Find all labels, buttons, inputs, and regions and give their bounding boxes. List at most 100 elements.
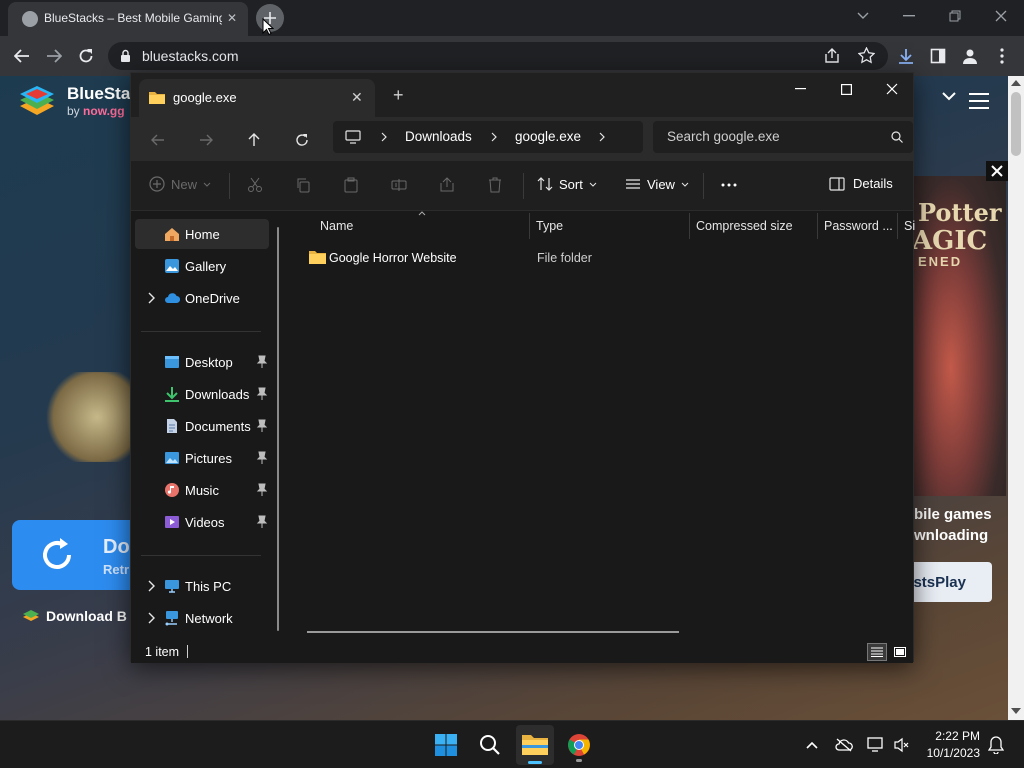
side-panel-icon[interactable] xyxy=(926,44,950,68)
pin-icon xyxy=(256,387,268,400)
column-header-name[interactable]: Name xyxy=(320,219,353,233)
command-separator xyxy=(703,173,704,199)
forward-arrow-icon[interactable] xyxy=(193,127,219,153)
details-view-icon[interactable] xyxy=(867,643,887,661)
maximize-icon[interactable] xyxy=(823,75,869,103)
nav-item-downloads[interactable]: Downloads xyxy=(135,379,269,409)
refresh-icon[interactable] xyxy=(289,127,315,153)
breadcrumb-chevron-icon[interactable] xyxy=(599,132,605,142)
clock-time[interactable]: 2:22 PM xyxy=(934,729,980,743)
nav-item-desktop[interactable]: Desktop xyxy=(135,347,269,377)
nav-item-videos[interactable]: Videos xyxy=(135,507,269,537)
tiles-view-icon[interactable] xyxy=(891,643,909,661)
close-tab-icon[interactable]: ✕ xyxy=(223,9,241,27)
nav-item-pictures[interactable]: Pictures xyxy=(135,443,269,473)
minimize-icon[interactable] xyxy=(889,4,929,28)
breadcrumb-downloads[interactable]: Downloads xyxy=(405,129,472,144)
onedrive-offline-icon[interactable] xyxy=(830,731,858,759)
notification-bell-icon[interactable] xyxy=(982,731,1010,759)
close-window-icon[interactable] xyxy=(869,75,915,103)
nav-item-home[interactable]: Home xyxy=(135,219,269,249)
new-button[interactable]: New xyxy=(149,176,211,192)
ad-close-icon[interactable] xyxy=(986,161,1008,181)
horizontal-scrollbar[interactable] xyxy=(307,631,679,633)
back-arrow-icon[interactable] xyxy=(10,44,34,68)
computer-icon xyxy=(165,580,179,593)
search-icon[interactable] xyxy=(476,731,504,759)
forward-arrow-icon[interactable] xyxy=(42,44,66,68)
promo-line-2: wnloading xyxy=(914,527,989,544)
nav-item-documents[interactable]: Documents xyxy=(135,411,269,441)
chrome-icon[interactable] xyxy=(565,731,593,762)
explorer-address-bar[interactable]: Downloads google.exe xyxy=(333,121,643,153)
page-scrollbar-thumb[interactable] xyxy=(1011,92,1021,156)
column-divider[interactable] xyxy=(529,213,530,239)
cut-icon[interactable] xyxy=(244,174,266,196)
column-header-size[interactable]: Si xyxy=(904,219,915,233)
column-divider[interactable] xyxy=(817,213,818,239)
windows-start-icon[interactable] xyxy=(432,731,460,759)
profile-icon[interactable] xyxy=(958,44,982,68)
share-icon[interactable] xyxy=(436,174,458,196)
expand-chevron-icon[interactable] xyxy=(145,580,157,592)
paste-icon[interactable] xyxy=(340,174,362,196)
up-arrow-icon[interactable] xyxy=(241,127,267,153)
download-link[interactable]: Download B xyxy=(22,608,127,624)
explorer-tab[interactable]: google.exe ✕ xyxy=(139,79,375,117)
browser-tab[interactable]: BlueStacks – Best Mobile Gaming Platform… xyxy=(8,2,248,36)
volume-muted-icon[interactable] xyxy=(888,731,916,759)
new-tab-plus-icon[interactable]: + xyxy=(393,85,404,106)
active-app-indicator xyxy=(528,761,542,764)
delete-icon[interactable] xyxy=(484,174,506,196)
nav-pane-scrollbar[interactable] xyxy=(277,227,279,631)
download-icon[interactable] xyxy=(894,44,918,68)
item-count: 1 item xyxy=(145,645,180,659)
show-hidden-icons-chevron-icon[interactable] xyxy=(798,731,826,759)
scroll-up-icon[interactable] xyxy=(1011,80,1021,86)
expand-chevron-icon[interactable] xyxy=(145,612,157,624)
taskbar-explorer-button[interactable] xyxy=(516,725,554,765)
nav-item-gallery[interactable]: Gallery xyxy=(135,251,269,281)
sort-button[interactable]: Sort xyxy=(537,176,597,192)
clock-date[interactable]: 10/1/2023 xyxy=(918,746,980,760)
pictures-icon xyxy=(165,452,179,464)
details-button[interactable]: Details xyxy=(829,176,893,191)
details-pane-icon xyxy=(829,176,845,191)
column-header-compressed-size[interactable]: Compressed size xyxy=(696,219,793,233)
pin-icon xyxy=(256,451,268,464)
copy-icon[interactable] xyxy=(292,174,314,196)
expand-chevron-icon[interactable] xyxy=(145,292,157,304)
address-bar[interactable]: bluestacks.com xyxy=(108,42,888,70)
restore-icon[interactable] xyxy=(935,4,975,28)
tab-search-icon[interactable] xyxy=(843,4,883,28)
kebab-menu-icon[interactable] xyxy=(990,44,1014,68)
column-header-password[interactable]: Password ... xyxy=(824,219,893,233)
hamburger-menu-icon[interactable] xyxy=(968,92,990,110)
page-scrollbar[interactable] xyxy=(1008,76,1024,720)
close-window-icon[interactable] xyxy=(981,4,1021,28)
dropdown-chevron-icon[interactable] xyxy=(942,92,962,106)
nav-item-this-pc[interactable]: This PC xyxy=(135,571,269,601)
nav-item-network[interactable]: Network xyxy=(135,603,269,633)
explorer-navbar: Downloads google.exe Search google.exe xyxy=(131,117,913,161)
bookmark-star-icon[interactable] xyxy=(858,47,875,64)
back-arrow-icon[interactable] xyxy=(145,127,171,153)
nav-item-music[interactable]: Music xyxy=(135,475,269,505)
share-icon[interactable] xyxy=(824,48,840,64)
more-options-icon[interactable] xyxy=(718,174,740,196)
view-button[interactable]: View xyxy=(625,176,689,192)
scroll-down-icon[interactable] xyxy=(1011,708,1021,714)
column-divider[interactable] xyxy=(689,213,690,239)
column-header-type[interactable]: Type xyxy=(536,219,563,233)
nav-item-onedrive[interactable]: OneDrive xyxy=(135,283,269,313)
network-display-icon[interactable] xyxy=(862,731,890,759)
close-tab-icon[interactable]: ✕ xyxy=(351,89,363,106)
breadcrumb-google-exe[interactable]: google.exe xyxy=(515,129,581,144)
reload-icon[interactable] xyxy=(74,44,98,68)
table-row[interactable]: Google Horror Website File folder xyxy=(307,247,907,269)
explorer-search-box[interactable]: Search google.exe xyxy=(653,121,913,153)
column-divider[interactable] xyxy=(897,213,898,239)
rename-icon[interactable] xyxy=(388,174,410,196)
pin-icon xyxy=(256,483,268,496)
minimize-icon[interactable] xyxy=(777,75,823,103)
